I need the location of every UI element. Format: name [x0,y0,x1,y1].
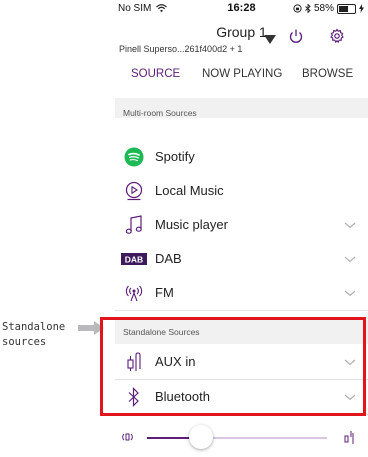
source-item-fm[interactable]: FM [115,276,368,311]
source-item-music-player[interactable]: Music player [115,208,368,243]
source-label: Spotify [155,149,195,164]
lock-rotation-icon [293,4,302,13]
source-label: DAB [155,251,182,266]
charging-icon [359,4,364,13]
tab-browse[interactable]: BROWSE [302,64,353,80]
chevron-down-icon[interactable] [344,287,356,299]
annotation-line-1: Standalone [2,321,66,333]
annotation-line-2: sources [2,336,47,348]
source-label: Local Music [155,183,224,198]
gear-icon[interactable] [329,28,345,44]
spotify-icon [123,147,145,167]
chevron-down-icon[interactable] [344,219,356,231]
volume-slider-knob[interactable] [189,425,213,449]
source-item-local-music[interactable]: Local Music [115,174,368,209]
play-circle-icon [123,181,145,201]
list-item-partial [115,118,368,141]
tab-source[interactable]: SOURCE [131,64,180,80]
music-note-icon [123,215,145,235]
status-right: 58% [293,3,364,14]
dab-icon-text: DAB [125,254,143,264]
battery-percent: 58% [313,3,334,14]
source-item-spotify[interactable]: Spotify [115,140,368,175]
highlight-box [100,317,366,416]
radio-icon [123,283,145,303]
source-label: Music player [155,217,228,232]
annotation-label: Standalone sources [2,320,65,350]
chevron-down-icon[interactable] [344,253,356,265]
tab-now-playing[interactable]: NOW PLAYING [202,64,282,80]
volume-high-icon [344,431,354,444]
status-bar: No SIM 16:28 58% [115,0,368,18]
battery-icon [337,3,356,14]
bluetooth-status-icon [305,4,311,13]
group-dropdown-icon[interactable] [262,31,278,47]
dab-icon: DAB [121,249,147,269]
power-icon[interactable] [288,28,304,44]
volume-low-icon [122,433,133,441]
section-multi-room-label: Multi-room Sources [123,108,197,118]
tab-bar: SOURCE NOW PLAYING BROWSE [115,64,368,90]
group-subtitle: Pinell Superso...261f400d2 + 1 [119,44,243,54]
source-label: FM [155,285,174,300]
source-item-dab[interactable]: DAB DAB [115,242,368,277]
